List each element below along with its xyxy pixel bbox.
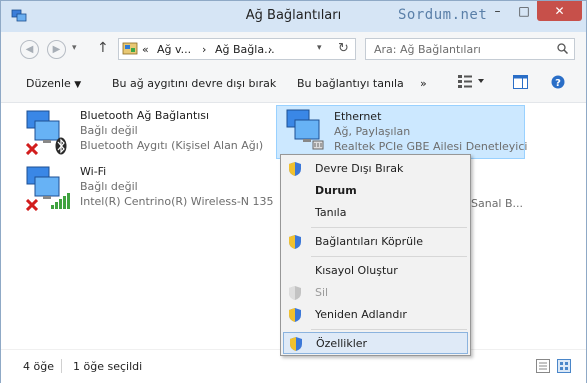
disconnected-x-icon	[26, 199, 38, 211]
back-arrow-icon: ◀	[25, 44, 34, 55]
breadcrumb-overflow[interactable]: «	[142, 43, 149, 56]
more-commands-button[interactable]: »	[420, 77, 427, 90]
menu-item-label: Yeniden Adlandır	[315, 308, 407, 321]
menu-item-create-shortcut[interactable]: Kısayol Oluştur	[283, 260, 468, 282]
menu-item-label: Özellikler	[316, 337, 368, 350]
menu-item-label: Tanıla	[315, 206, 347, 219]
menu-item-disable[interactable]: Devre Dışı Bırak	[283, 158, 468, 180]
address-dropdown-icon[interactable]: ▾	[317, 43, 322, 53]
breadcrumb-item[interactable]: Ağ Bağla...	[215, 43, 275, 56]
obscured-connection-device: Sanal B...	[471, 197, 524, 210]
menu-item-label: Sil	[315, 286, 329, 299]
ethernet-cable-icon	[312, 140, 324, 150]
connection-name: Bluetooth Ağ Bağlantısı	[80, 109, 210, 122]
view-options-button[interactable]	[457, 74, 485, 91]
menu-separator	[311, 256, 467, 257]
connection-item-bluetooth[interactable]: Bluetooth Ağ Bağlantısı Bağlı değil Blue…	[23, 107, 273, 161]
chevron-down-icon: ▼	[74, 80, 82, 90]
navigation-bar: ◀ ▶ ▾ ↑ « Ağ v... › Ağ Bağla... › ▾ ↻ Ar…	[1, 32, 586, 65]
connection-status: Bağlı değil	[80, 124, 138, 137]
forward-arrow-icon: ▶	[52, 44, 61, 55]
forward-button[interactable]: ▶	[47, 40, 66, 59]
help-icon: ?	[551, 75, 565, 89]
back-button[interactable]: ◀	[20, 40, 39, 59]
help-button[interactable]: ?	[551, 75, 565, 92]
selected-count: 1 öğe seçildi	[73, 360, 143, 373]
menu-item-rename[interactable]: Yeniden Adlandır	[283, 304, 468, 326]
uac-shield-icon	[289, 308, 301, 322]
watermark-text: Sordum.net	[398, 7, 488, 23]
maximize-button[interactable]: □	[511, 1, 537, 21]
connection-status: Ağ, Paylaşılan	[334, 125, 411, 138]
organize-menu[interactable]: Düzenle ▼	[26, 77, 81, 90]
breadcrumb-separator[interactable]: ›	[202, 43, 206, 56]
large-icons-view-icon[interactable]	[557, 359, 571, 373]
command-bar: Düzenle ▼ Bu ağ aygıtını devre dışı bıra…	[1, 65, 586, 103]
menu-item-status[interactable]: Durum	[283, 180, 468, 202]
menu-item-label: Durum	[315, 184, 357, 197]
preview-pane-button[interactable]	[513, 75, 528, 92]
preview-pane-icon	[513, 75, 528, 89]
connection-name: Ethernet	[334, 110, 382, 123]
up-button[interactable]: ↑	[97, 40, 109, 56]
disable-device-button[interactable]: Bu ağ aygıtını devre dışı bırak	[112, 77, 276, 90]
disconnected-x-icon	[26, 143, 38, 155]
context-menu: Devre Dışı Bırak Durum Tanıla Bağlantıla…	[280, 154, 471, 356]
view-options-icon	[458, 75, 484, 88]
menu-item-delete: Sil	[283, 282, 468, 304]
connection-status: Bağlı değil	[80, 180, 138, 193]
window: Ağ Bağlantıları Sordum.net – □ ✕ ◀ ▶ ▾ ↑…	[0, 0, 587, 383]
search-input[interactable]: Ara: Ağ Bağlantıları	[365, 38, 575, 60]
status-separator	[61, 359, 62, 373]
breadcrumb-item[interactable]: Ağ v...	[157, 43, 191, 56]
refresh-icon[interactable]: ↻	[338, 41, 349, 56]
menu-separator	[311, 227, 467, 228]
uac-shield-icon	[289, 235, 301, 249]
details-view-icon[interactable]	[536, 359, 550, 373]
menu-item-label: Devre Dışı Bırak	[315, 162, 404, 175]
menu-item-bridge[interactable]: Bağlantıları Köprüle	[283, 231, 468, 253]
wifi-signal-icon	[51, 193, 70, 209]
minimize-button[interactable]: –	[484, 1, 511, 21]
connection-item-ethernet[interactable]: Ethernet Ağ, Paylaşılan Realtek PCIe GBE…	[276, 105, 528, 159]
connection-device: Bluetooth Aygıtı (Kişisel Alan Ağı)	[80, 139, 264, 152]
menu-item-label: Bağlantıları Köprüle	[315, 235, 423, 248]
search-placeholder: Ara: Ağ Bağlantıları	[374, 43, 481, 56]
menu-item-diagnose[interactable]: Tanıla	[283, 202, 468, 224]
diagnose-button[interactable]: Bu bağlantıyı tanıla	[297, 77, 404, 90]
menu-item-properties[interactable]: Özellikler	[283, 332, 468, 354]
control-panel-icon	[122, 42, 138, 55]
close-button[interactable]: ✕	[537, 1, 582, 21]
item-count: 4 öğe	[23, 360, 54, 373]
uac-shield-icon	[289, 286, 301, 300]
connection-item-wifi[interactable]: Wi-Fi Bağlı değil Intel(R) Centrino(R) W…	[23, 163, 274, 217]
connection-name: Wi-Fi	[80, 165, 107, 178]
svg-text:?: ?	[555, 78, 561, 89]
connection-device: Realtek PCIe GBE Ailesi Denetleyici	[334, 140, 528, 153]
recent-locations-dropdown[interactable]: ▾	[72, 43, 77, 53]
menu-item-label: Kısayol Oluştur	[315, 264, 398, 277]
uac-shield-icon	[290, 337, 302, 351]
address-bar[interactable]: « Ağ v... › Ağ Bağla... › ▾ ↻	[118, 38, 356, 60]
bluetooth-icon	[55, 137, 67, 155]
title-bar: Ağ Bağlantıları Sordum.net – □ ✕	[1, 1, 586, 32]
breadcrumb-separator[interactable]: ›	[268, 43, 272, 56]
menu-separator	[311, 329, 467, 330]
uac-shield-icon	[289, 162, 301, 176]
search-icon[interactable]	[557, 43, 568, 54]
connection-device: Intel(R) Centrino(R) Wireless-N 135	[80, 195, 274, 208]
